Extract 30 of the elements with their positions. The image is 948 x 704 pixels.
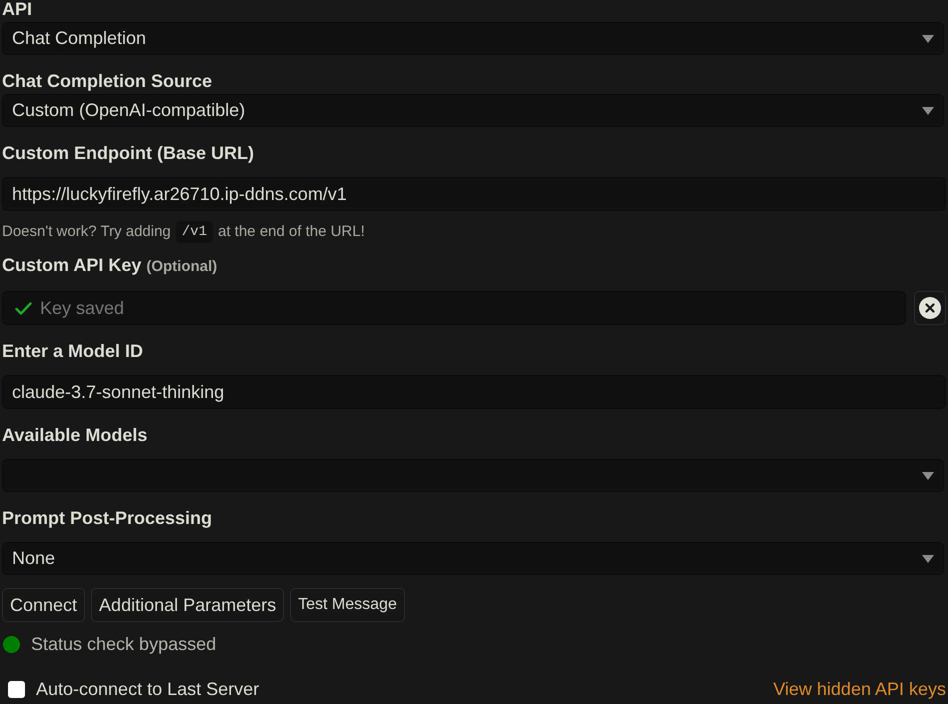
status-text: Status check bypassed — [31, 632, 216, 656]
field-label: Enter a Model ID — [2, 341, 144, 361]
caret-icon — [922, 106, 934, 114]
close-icon — [919, 297, 941, 319]
field-label: Chat Completion Source — [2, 71, 212, 91]
view-keys-link[interactable]: View hidden API keys — [773, 676, 946, 700]
caret-icon — [922, 554, 934, 562]
parameters-button[interactable]: Additional Parameters — [91, 588, 284, 622]
clear-button[interactable] — [914, 291, 946, 325]
field-label: Custom Endpoint (Base URL) — [2, 143, 254, 163]
field-label: Available Models — [2, 425, 148, 445]
dropdown[interactable]: Custom (OpenAI-compatible) — [2, 94, 944, 127]
field-label: Prompt Post-Processing — [2, 508, 212, 528]
text-field[interactable]: https://luckyfirefly.ar26710.ip-ddns.com/v1 — [2, 177, 946, 211]
dropdown[interactable]: None — [2, 542, 944, 575]
caret-icon — [922, 34, 934, 42]
connect-button[interactable]: Connect — [2, 588, 86, 622]
optional-note: (Optional) — [146, 258, 218, 275]
hint-text: Doesn't work? Try adding — [2, 222, 171, 242]
caret-icon — [922, 472, 934, 480]
field-label: Custom API Key — [2, 255, 142, 275]
code-snippet: /v1 — [176, 221, 213, 243]
api-key-field[interactable]: Key saved — [2, 291, 906, 325]
text-field[interactable]: claude-3.7-sonnet-thinking — [2, 375, 946, 409]
checkbox-label: Auto-connect to Last Server — [36, 678, 260, 700]
dropdown[interactable]: Chat Completion — [2, 22, 944, 55]
field-label: API — [2, 0, 32, 19]
checkbox[interactable] — [8, 680, 25, 698]
test-message-button[interactable]: Test Message — [290, 588, 405, 622]
hint-text: at the end of the URL! — [218, 222, 365, 242]
